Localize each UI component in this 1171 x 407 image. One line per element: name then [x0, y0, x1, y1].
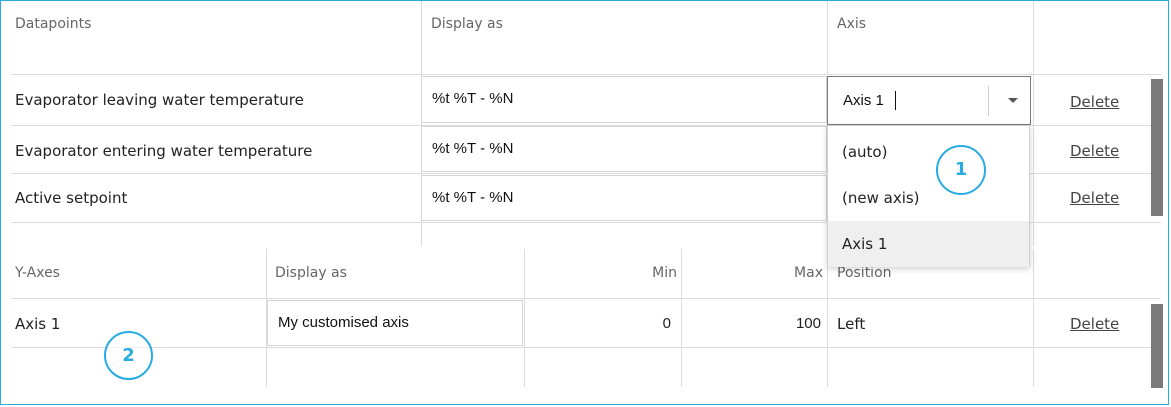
column-divider — [1033, 249, 1034, 387]
column-divider — [1033, 1, 1034, 246]
callout-badge: 2 — [104, 331, 153, 380]
axis-option-selected[interactable]: Axis 1 — [828, 221, 1029, 267]
delete-link[interactable]: Delete — [1070, 315, 1119, 333]
axis-option[interactable]: (auto) — [828, 129, 1029, 175]
display-as-input[interactable]: %t %T - %N — [421, 175, 827, 221]
column-divider — [681, 249, 682, 387]
row-divider — [11, 347, 1161, 348]
callout-badge: 1 — [936, 145, 986, 195]
column-divider — [827, 249, 828, 387]
datapoints-scrollbar[interactable] — [1151, 79, 1163, 216]
axis-display-as-input[interactable]: My customised axis — [267, 300, 523, 346]
axis-select[interactable]: Axis 1 — [827, 76, 1031, 125]
delete-link[interactable]: Delete — [1070, 189, 1119, 207]
select-divider — [988, 86, 989, 116]
header-display-as: Display as — [431, 16, 503, 32]
column-divider — [524, 249, 525, 387]
delete-link[interactable]: Delete — [1070, 142, 1119, 160]
datapoint-name: Evaporator leaving water temperature — [15, 91, 304, 109]
display-as-input[interactable]: %t %T - %N — [421, 76, 827, 123]
header-y-axes: Y-Axes — [15, 265, 60, 281]
header-max: Max — [794, 265, 823, 281]
column-divider — [827, 1, 828, 75]
axis-position-select[interactable]: Left — [837, 315, 865, 333]
header-display-as: Display as — [275, 265, 347, 281]
row-divider — [11, 298, 1161, 299]
axis-dropdown-menu: (auto) (new axis) Axis 1 — [827, 125, 1030, 267]
chevron-down-icon[interactable] — [1000, 85, 1026, 115]
header-min: Min — [652, 265, 677, 281]
delete-link[interactable]: Delete — [1070, 93, 1119, 111]
datapoint-name: Evaporator entering water temperature — [15, 142, 313, 160]
datapoints-panel: Datapoints Display as Axis Evaporator le… — [0, 0, 1169, 405]
axis-max-input[interactable]: 100 — [687, 315, 821, 332]
axis-min-input[interactable]: 0 — [531, 315, 671, 332]
header-datapoints: Datapoints — [15, 16, 92, 32]
row-divider — [11, 74, 1161, 75]
axis-name: Axis 1 — [15, 315, 61, 333]
y-axes-scrollbar[interactable] — [1151, 304, 1163, 388]
header-position: Position — [837, 265, 892, 281]
header-axis: Axis — [837, 16, 867, 32]
axis-select-value: Axis 1 — [843, 92, 884, 109]
text-cursor — [895, 91, 896, 110]
datapoint-name: Active setpoint — [15, 189, 128, 207]
display-as-input[interactable]: %t %T - %N — [421, 126, 827, 172]
axis-option[interactable]: (new axis) — [828, 175, 1029, 221]
